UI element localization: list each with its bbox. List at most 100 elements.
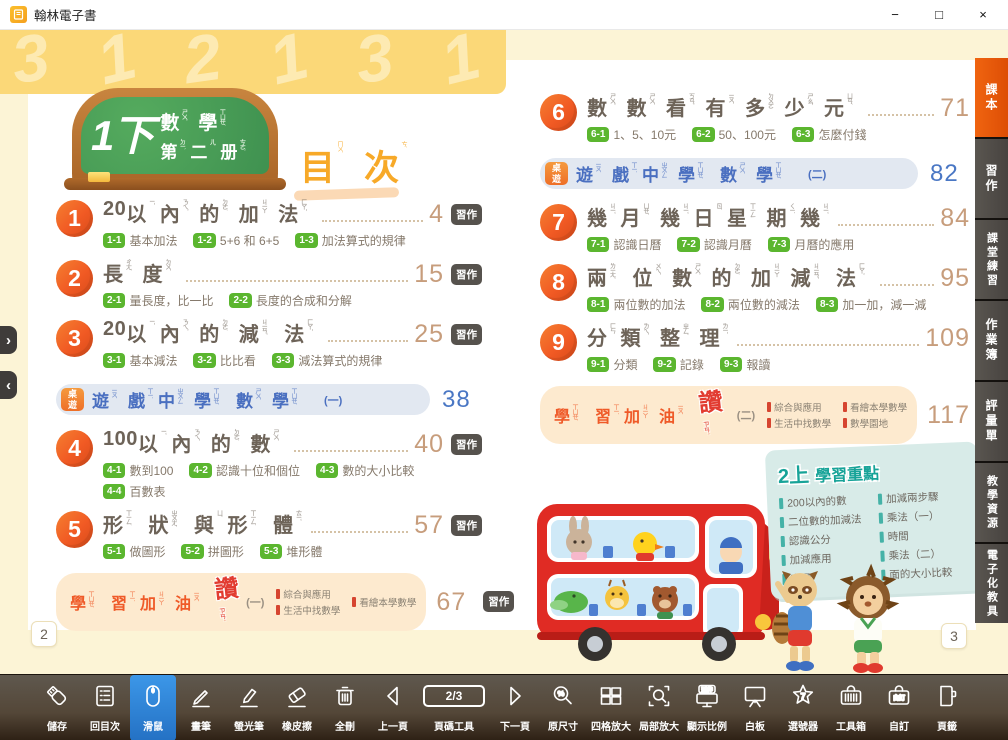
- chapter-link[interactable]: 長ㄔㄤˊ度ㄉㄨˋ15習作: [103, 258, 482, 287]
- subsection-link[interactable]: 9-1分類: [587, 356, 637, 373]
- subsection-link[interactable]: 8-3加一加，減一減: [816, 296, 926, 313]
- tool-mouse[interactable]: 滑鼠: [130, 675, 176, 740]
- chapter-link[interactable]: 20以ㄧˇ內ㄋㄟˋ的ㄉㄜ˙減ㄐㄧㄢˇ法ㄈㄚˇ25習作: [103, 318, 482, 347]
- edge-forward-arrow[interactable]: ›: [0, 326, 17, 354]
- tool-number-picker[interactable]: 7選號器: [780, 675, 826, 740]
- tool-page-tool[interactable]: 2/3頁碼工具: [418, 675, 490, 740]
- workbook-badge[interactable]: 習作: [483, 591, 514, 612]
- tool-save[interactable]: 儲存: [34, 675, 80, 740]
- side-tab-習作[interactable]: 習作: [975, 139, 1008, 218]
- subsection-link[interactable]: 3-3減法算式的規律: [272, 352, 382, 369]
- tool-prev[interactable]: 上一頁: [370, 675, 416, 740]
- chapter-link[interactable]: 數ㄕㄨˇ數ㄕㄨˋ看ㄎㄢˋ有ㄧㄡˇ多ㄉㄨㄛ少ㄕㄠˇ元ㄩㄢˊ71: [587, 92, 970, 121]
- side-tab-電子化教具[interactable]: 電子化教具: [975, 544, 1008, 623]
- workbook-badge[interactable]: 習作: [451, 204, 482, 225]
- subsection-link[interactable]: 6-11、5、10元: [587, 126, 676, 143]
- tool-eraser[interactable]: 橡皮擦: [274, 675, 320, 740]
- subsection-link[interactable]: 4-1數到100: [103, 462, 173, 479]
- maximize-button[interactable]: □: [932, 8, 946, 22]
- chapter-number-badge[interactable]: 2: [56, 260, 93, 297]
- chapter-link[interactable]: 分ㄈㄣ類ㄌㄟˋ整ㄓㄥˇ理ㄌㄧˇ109: [587, 322, 970, 351]
- learning-boost-suffix: (二): [737, 407, 755, 423]
- side-tab-教學資源[interactable]: 教學資源: [975, 463, 1008, 542]
- subsection-link[interactable]: 1-3加法算式的規律: [295, 232, 405, 249]
- side-tab-課本[interactable]: 課本: [975, 58, 1008, 137]
- subsection-code-badge: 8-2: [701, 297, 723, 312]
- tool-four-grid[interactable]: 四格放大: [588, 675, 634, 740]
- chapter-link[interactable]: 兩ㄌㄧㄤˇ位ㄨㄟˋ數ㄕㄨˋ的ㄉㄜ˙加ㄐㄧㄚ減ㄐㄧㄢˇ法ㄈㄚˇ95: [587, 262, 970, 291]
- chapter-link[interactable]: 幾ㄐㄧˇ月ㄩㄝˋ幾ㄐㄧˇ日ㄖˋ星ㄒㄧㄥ期ㄑㄧˊ幾ㄐㄧˇ84: [587, 202, 970, 231]
- zhuyin-ruby: ㄓㄨㄥ: [660, 162, 666, 177]
- tool-toolbox[interactable]: 工具箱: [828, 675, 874, 740]
- chapter-number-badge[interactable]: 5: [56, 511, 93, 548]
- subsection-link[interactable]: 7-2認識月曆: [677, 236, 751, 253]
- chapter-number-badge[interactable]: 1: [56, 200, 93, 237]
- workbook-badge[interactable]: 習作: [451, 434, 482, 455]
- chapter-number-badge[interactable]: 9: [540, 324, 577, 361]
- tool-original-size[interactable]: %原尺寸: [540, 675, 586, 740]
- zhuyin-ruby: ㄇㄨˋ: [336, 141, 342, 152]
- subsection-label: 月曆的應用: [794, 236, 854, 253]
- subsection-link[interactable]: 1-25+6 和 6+5: [193, 232, 279, 249]
- subsection-link[interactable]: 7-1認識日曆: [587, 236, 661, 253]
- subsection-link[interactable]: 5-1做圖形: [103, 543, 165, 560]
- subsection-link[interactable]: 7-3月曆的應用: [768, 236, 854, 253]
- subsection-link[interactable]: 8-2 兩位數的減法: [701, 296, 799, 313]
- tool-page-tab[interactable]: 頁籤: [924, 675, 970, 740]
- side-tab-作業簿[interactable]: 作業簿: [975, 301, 1008, 380]
- workbook-badge[interactable]: 習作: [451, 264, 482, 285]
- subsection-link[interactable]: 3-1基本減法: [103, 352, 177, 369]
- tool-toc[interactable]: 回目次: [82, 675, 128, 740]
- chapter-link[interactable]: 20以ㄧˇ內ㄋㄟˋ的ㄉㄜ˙加ㄐㄧㄚ法ㄈㄚˇ4習作: [103, 198, 482, 227]
- learning-boost-link[interactable]: 學ㄒㄩㄝˊ習ㄒㄧˊ加ㄐㄧㄚ油ㄧㄡˊ讚ㄗㄢˋ(一)綜合與應用生活中找數學看繪本學數…: [56, 573, 426, 631]
- subsection-link[interactable]: 1-1基本加法: [103, 232, 177, 249]
- tool-next[interactable]: 下一頁: [492, 675, 538, 740]
- subsection-link[interactable]: 4-2認識十位和個位: [189, 462, 299, 479]
- subsection-link[interactable]: 9-3報讀: [720, 356, 770, 373]
- subsection-link[interactable]: 4-3數的大小比較: [316, 462, 414, 479]
- subsection-link[interactable]: 2-2長度的合成和分解: [229, 292, 351, 309]
- subsection-label: 50、100元: [719, 126, 776, 143]
- side-tab-評量單[interactable]: 評量單: [975, 382, 1008, 461]
- subsection-code-badge: 1-1: [103, 233, 125, 248]
- workbook-badge[interactable]: 習作: [451, 515, 482, 536]
- subsection-link[interactable]: 5-2拼圖形: [181, 543, 243, 560]
- close-button[interactable]: ×: [976, 8, 990, 22]
- learning-boost-link[interactable]: 學ㄒㄩㄝˊ習ㄒㄧˊ加ㄐㄧㄚ油ㄧㄡˊ讚ㄗㄢˋ(二)綜合與應用生活中找數學看繪本學數…: [540, 386, 917, 444]
- chapter-number-badge[interactable]: 8: [540, 264, 577, 301]
- subsection-link[interactable]: 6-250、100元: [692, 126, 776, 143]
- chapter-number-badge[interactable]: 6: [540, 94, 577, 131]
- workbook-badge[interactable]: 習作: [451, 324, 482, 345]
- subsection-link[interactable]: 6-3怎麼付錢: [792, 126, 866, 143]
- subsection-link[interactable]: 5-3堆形體: [260, 543, 322, 560]
- chapter-number-badge[interactable]: 3: [56, 320, 93, 357]
- tool-whiteboard[interactable]: 白板: [732, 675, 778, 740]
- bullet-bar: [879, 532, 883, 543]
- subsection-label: 兩位數的減法: [728, 296, 800, 313]
- side-tab-課堂練習[interactable]: 課堂練習: [975, 220, 1008, 299]
- chapter-link[interactable]: 100以ㄧˇ內ㄋㄟˋ的ㄉㄜ˙數ㄕㄨˋ40習作: [103, 428, 482, 457]
- edge-back-arrow[interactable]: ‹: [0, 371, 17, 399]
- tool-highlighter[interactable]: 螢光筆: [226, 675, 272, 740]
- minimize-button[interactable]: −: [888, 8, 902, 22]
- subsection-link[interactable]: 9-2記錄: [653, 356, 703, 373]
- zhuyin-ruby: ㄈㄣ: [609, 323, 615, 333]
- chapter-number-badge[interactable]: 7: [540, 204, 577, 241]
- tool-pen[interactable]: 畫筆: [178, 675, 224, 740]
- subsection-link[interactable]: 2-1量長度，比一比: [103, 292, 213, 309]
- chapter-number-badge[interactable]: 4: [56, 430, 93, 467]
- subsection-link[interactable]: 3-2比比看: [193, 352, 255, 369]
- board-game-link[interactable]: 桌遊遊ㄧㄡˊ戲ㄒㄧˋ中ㄓㄨㄥ學ㄒㄩㄝˊ數ㄕㄨˋ學ㄒㄩㄝˊ(一): [56, 384, 430, 415]
- tool-delete-all[interactable]: 全刪: [322, 675, 368, 740]
- board-game-link[interactable]: 桌遊遊ㄧㄡˊ戲ㄒㄧˋ中ㄓㄨㄥ學ㄒㄩㄝˊ數ㄕㄨˋ學ㄒㄩㄝˊ(二): [540, 158, 918, 189]
- chapter-link[interactable]: 形ㄒㄧㄥˊ狀ㄓㄨㄤˋ與ㄩˇ形ㄒㄧㄥˊ體ㄊㄧˇ57習作: [103, 509, 482, 538]
- chapter-page-number: 4: [429, 202, 444, 227]
- tool-display-ratio[interactable]: 延伸顯示比例: [684, 675, 730, 740]
- subsection-link[interactable]: 8-1兩位數的加法: [587, 296, 685, 313]
- subsection-link[interactable]: 4-4百數表: [103, 483, 165, 500]
- tool-partial-zoom[interactable]: 局部放大: [636, 675, 682, 740]
- zhuyin-ruby: ㄓㄨㄥ: [176, 388, 182, 403]
- tool-label: 四格放大: [591, 718, 631, 733]
- zhuyin-ruby: ㄉㄜ˙: [221, 199, 227, 210]
- tool-custom[interactable]: 自訂自訂: [876, 675, 922, 740]
